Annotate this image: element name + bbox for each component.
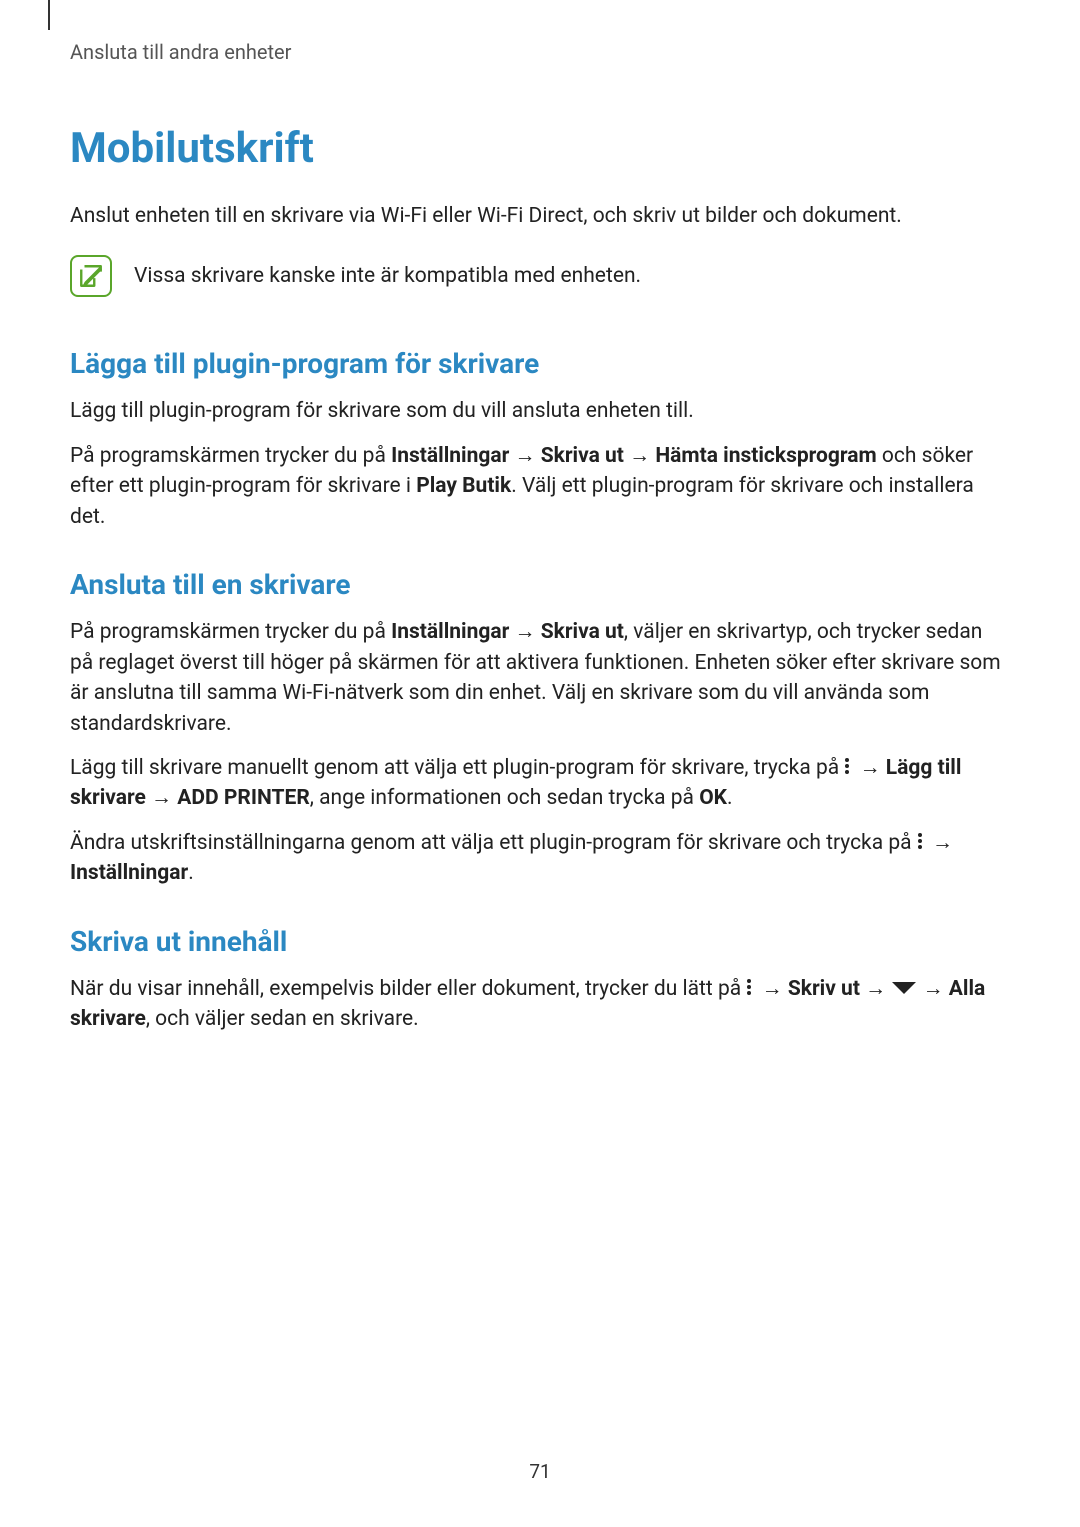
section2-p1: På programskärmen trycker du på Inställn…: [70, 617, 1010, 739]
note-row: Vissa skrivare kanske inte är kompatibla…: [70, 255, 1010, 297]
section3-p1: När du visar innehåll, exempelvis bilder…: [70, 974, 1010, 1035]
text: , ange informationen och sedan trycka på: [310, 786, 699, 810]
bold-text: Play Butik: [416, 474, 511, 498]
section1-p1: Lägg till plugin-program för skrivare so…: [70, 396, 1010, 426]
notepad-pencil-icon: [78, 263, 104, 289]
more-options-icon: [917, 832, 927, 850]
text: På programskärmen trycker du på: [70, 444, 391, 468]
more-options-icon: [844, 757, 854, 775]
page-title: Mobilutskrift: [70, 124, 1010, 173]
arrow-text: →: [624, 444, 655, 468]
section2-p3: Ändra utskriftsinställningarna genom att…: [70, 828, 1010, 889]
note-text: Vissa skrivare kanske inte är kompatibla…: [134, 255, 641, 291]
page-number: 71: [0, 1460, 1080, 1483]
arrow-text: →: [917, 977, 948, 1001]
bold-text: Inställningar: [70, 861, 188, 885]
bold-text: Skriva ut: [541, 444, 624, 468]
section-heading-connect: Ansluta till en skrivare: [70, 568, 1010, 601]
page-edge-mark: [48, 0, 50, 30]
arrow-text: →: [756, 977, 787, 1001]
text: När du visar innehåll, exempelvis bilder…: [70, 977, 746, 1001]
text: .: [727, 786, 733, 810]
section-print-content: Skriva ut innehåll När du visar innehåll…: [70, 925, 1010, 1035]
note-icon: [70, 255, 112, 297]
text: Lägg till skrivare manuellt genom att vä…: [70, 756, 844, 780]
section-heading-add-plugin: Lägga till plugin-program för skrivare: [70, 347, 1010, 380]
section1-p2: På programskärmen trycker du på Inställn…: [70, 441, 1010, 532]
page-content: Ansluta till andra enheter Mobilutskrift…: [0, 0, 1080, 1101]
text: På programskärmen trycker du på: [70, 620, 391, 644]
dropdown-triangle-icon: [891, 981, 917, 995]
bold-text: OK: [699, 786, 727, 810]
bold-text: Hämta insticksprogram: [655, 444, 876, 468]
bold-text: Skriv ut: [788, 977, 860, 1001]
text: , och väljer sedan en skrivare.: [146, 1007, 419, 1031]
bold-text: Inställningar: [391, 444, 509, 468]
section-heading-print: Skriva ut innehåll: [70, 925, 1010, 958]
text: Ändra utskriftsinställningarna genom att…: [70, 831, 917, 855]
arrow-text: →: [509, 620, 540, 644]
bold-text: Inställningar: [391, 620, 509, 644]
arrow-text: →: [854, 756, 885, 780]
bold-text: Skriva ut: [541, 620, 624, 644]
more-options-icon: [746, 978, 756, 996]
breadcrumb: Ansluta till andra enheter: [70, 40, 1010, 64]
section-add-plugin: Lägga till plugin-program för skrivare L…: [70, 347, 1010, 532]
text: .: [188, 861, 194, 885]
arrow-text: →: [927, 831, 953, 855]
arrow-text: →: [860, 977, 891, 1001]
section2-p2: Lägg till skrivare manuellt genom att vä…: [70, 753, 1010, 814]
section-connect-printer: Ansluta till en skrivare På programskärm…: [70, 568, 1010, 889]
arrow-text: →: [146, 786, 177, 810]
intro-paragraph: Anslut enheten till en skrivare via Wi-F…: [70, 201, 1010, 231]
bold-text: ADD PRINTER: [177, 786, 310, 810]
arrow-text: →: [509, 444, 540, 468]
